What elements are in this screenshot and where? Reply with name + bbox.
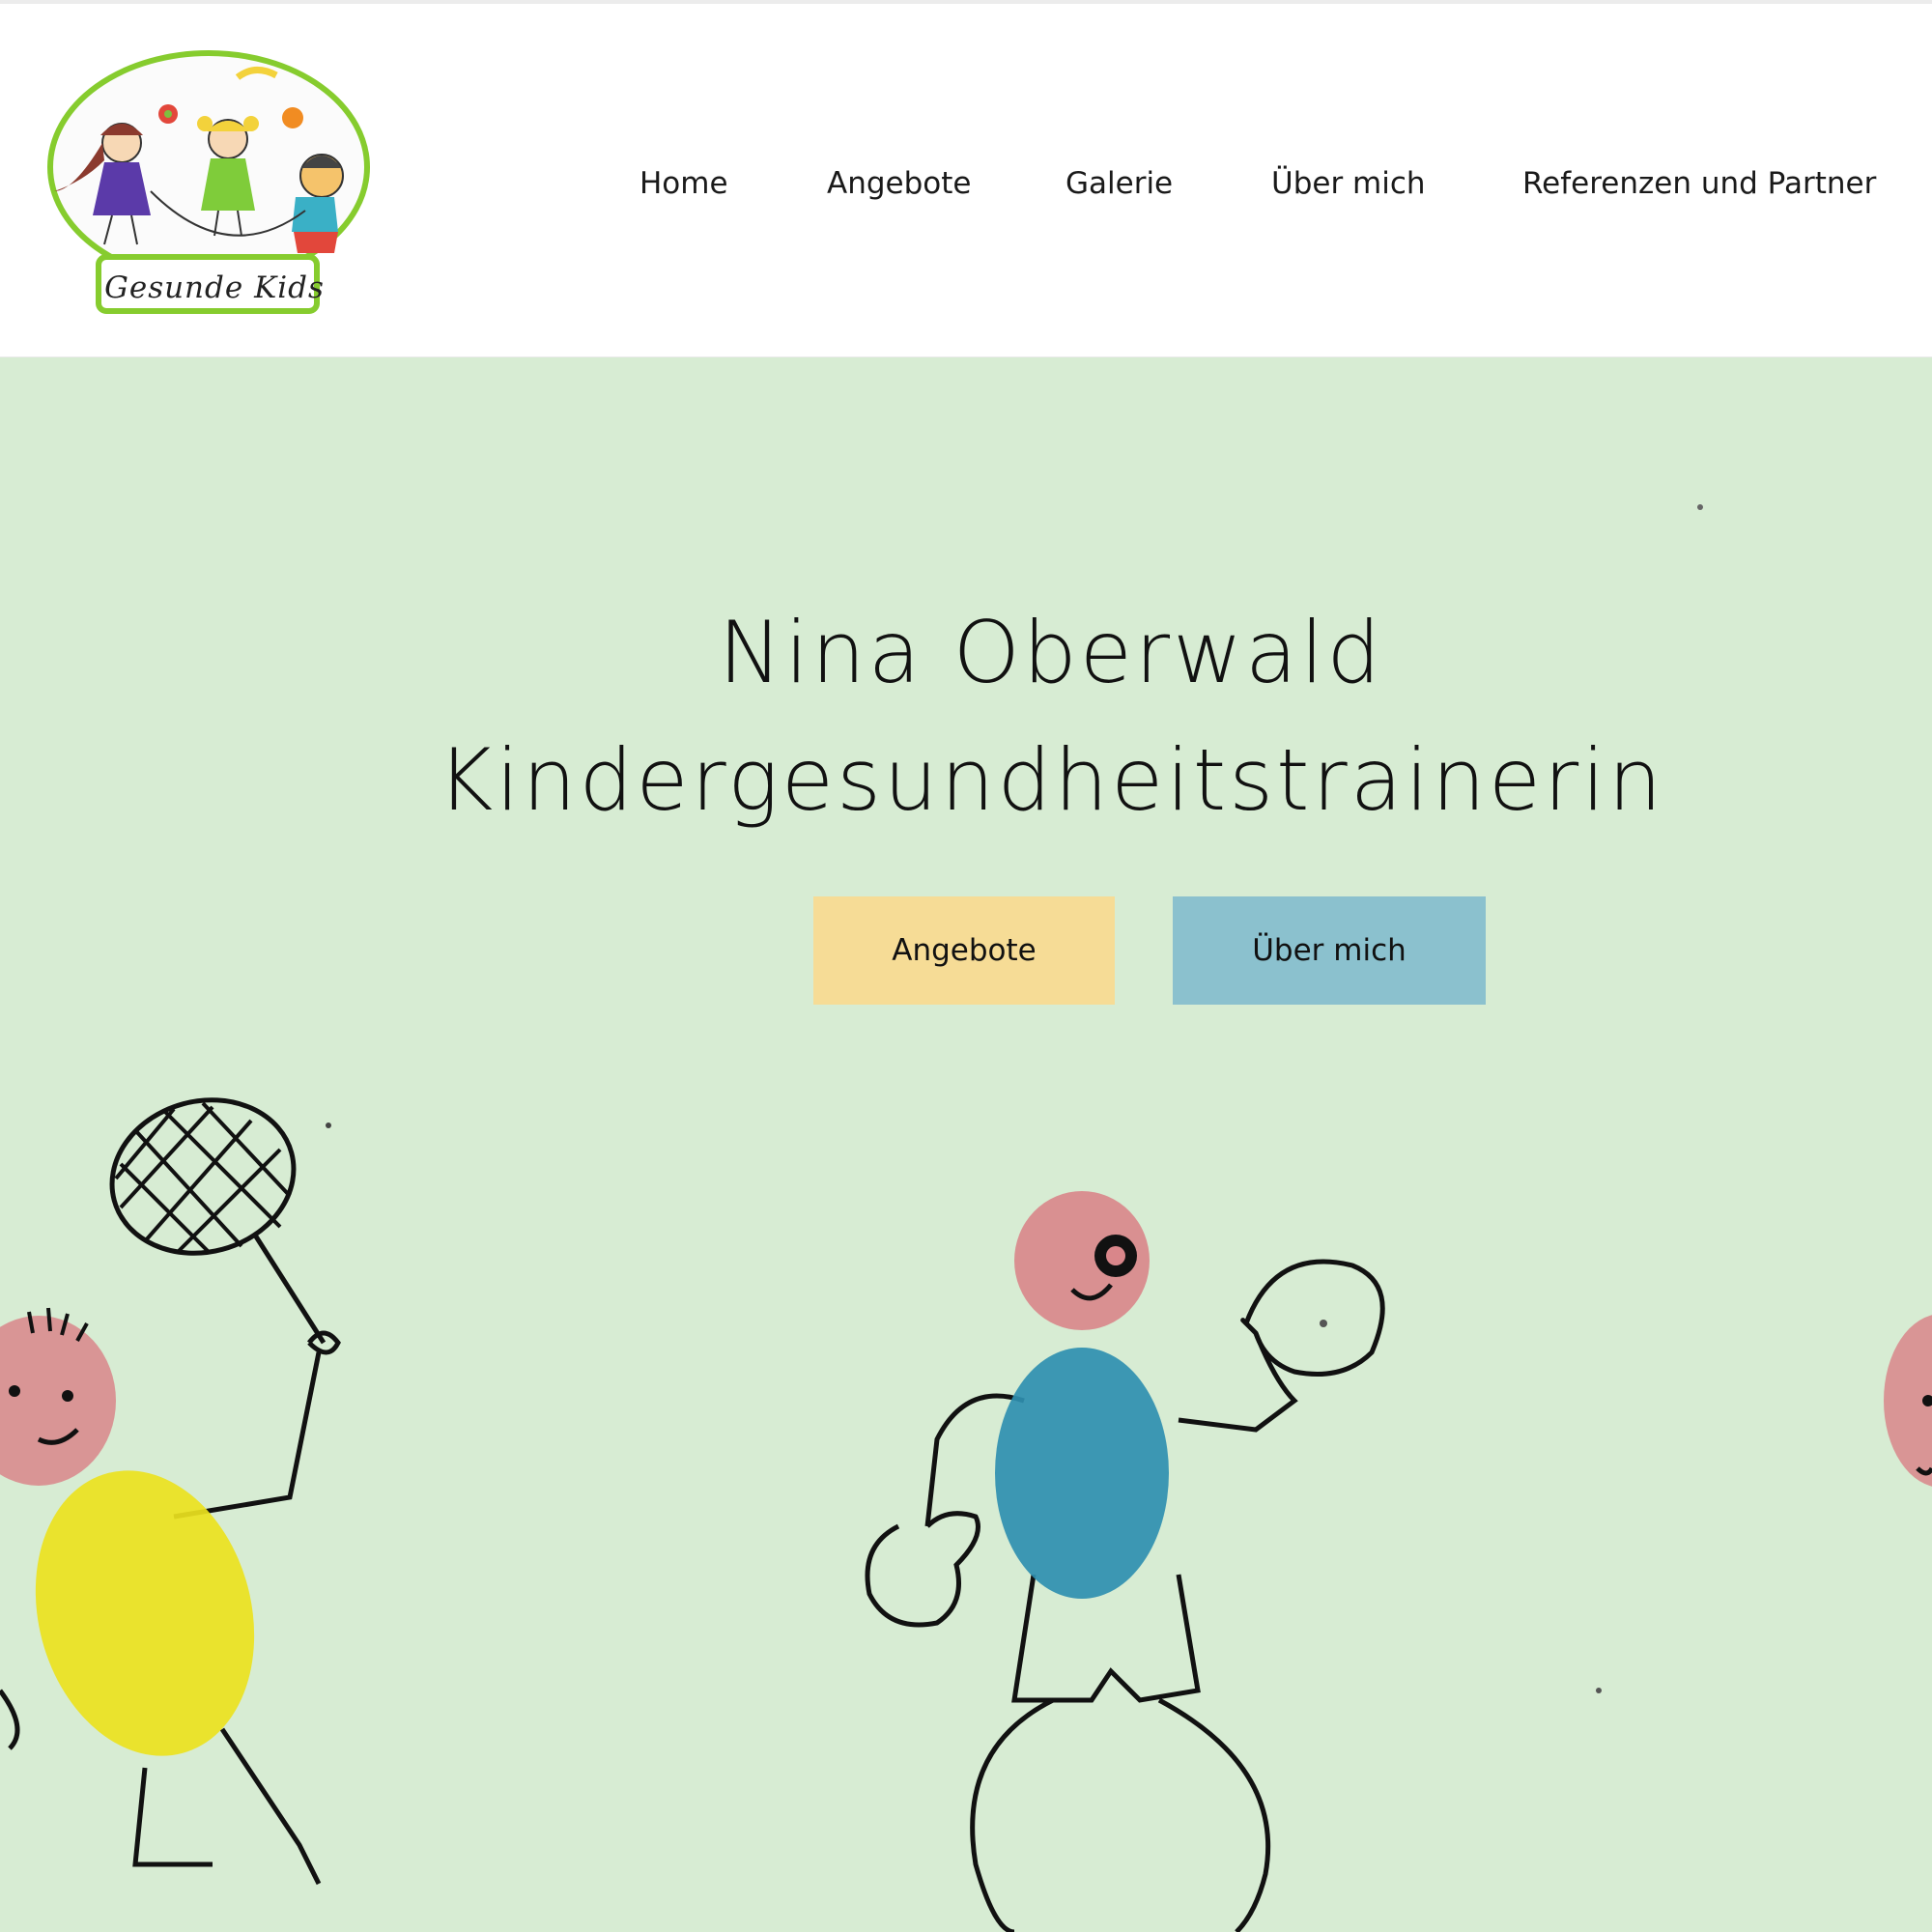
main-nav: Home Angebote Galerie Über mich Referenz… xyxy=(0,158,1932,209)
tennis-player-body xyxy=(35,1470,255,1756)
hero-title-name: Nina Oberwald xyxy=(718,603,1384,702)
ueber-mich-button[interactable]: Über mich xyxy=(1173,896,1486,1005)
hero-title: Nina Oberwald Kindergesundheitstrainerin xyxy=(0,589,1932,844)
hero-title-role: Kindergesundheitstrainerin xyxy=(437,730,1665,830)
angebote-button[interactable]: Angebote xyxy=(813,896,1115,1005)
nav-item-referenzen[interactable]: Referenzen und Partner xyxy=(1522,158,1876,209)
hero-section: Nina Oberwald Kindergesundheitstrainerin… xyxy=(0,357,1932,1932)
nav-item-galerie[interactable]: Galerie xyxy=(1065,158,1173,209)
nav-item-home[interactable]: Home xyxy=(639,158,728,209)
boxer-figure xyxy=(865,1259,1385,1932)
nav-item-angebote[interactable]: Angebote xyxy=(827,158,971,209)
logo-text: Gesunde Kids xyxy=(104,270,325,305)
boxer-body xyxy=(995,1348,1169,1599)
nav-item-ueber-mich[interactable]: Über mich xyxy=(1271,158,1426,209)
tennis-player-head xyxy=(0,1316,116,1486)
site-header: Gesunde Kids Home Angebote Galerie Über … xyxy=(0,4,1932,357)
